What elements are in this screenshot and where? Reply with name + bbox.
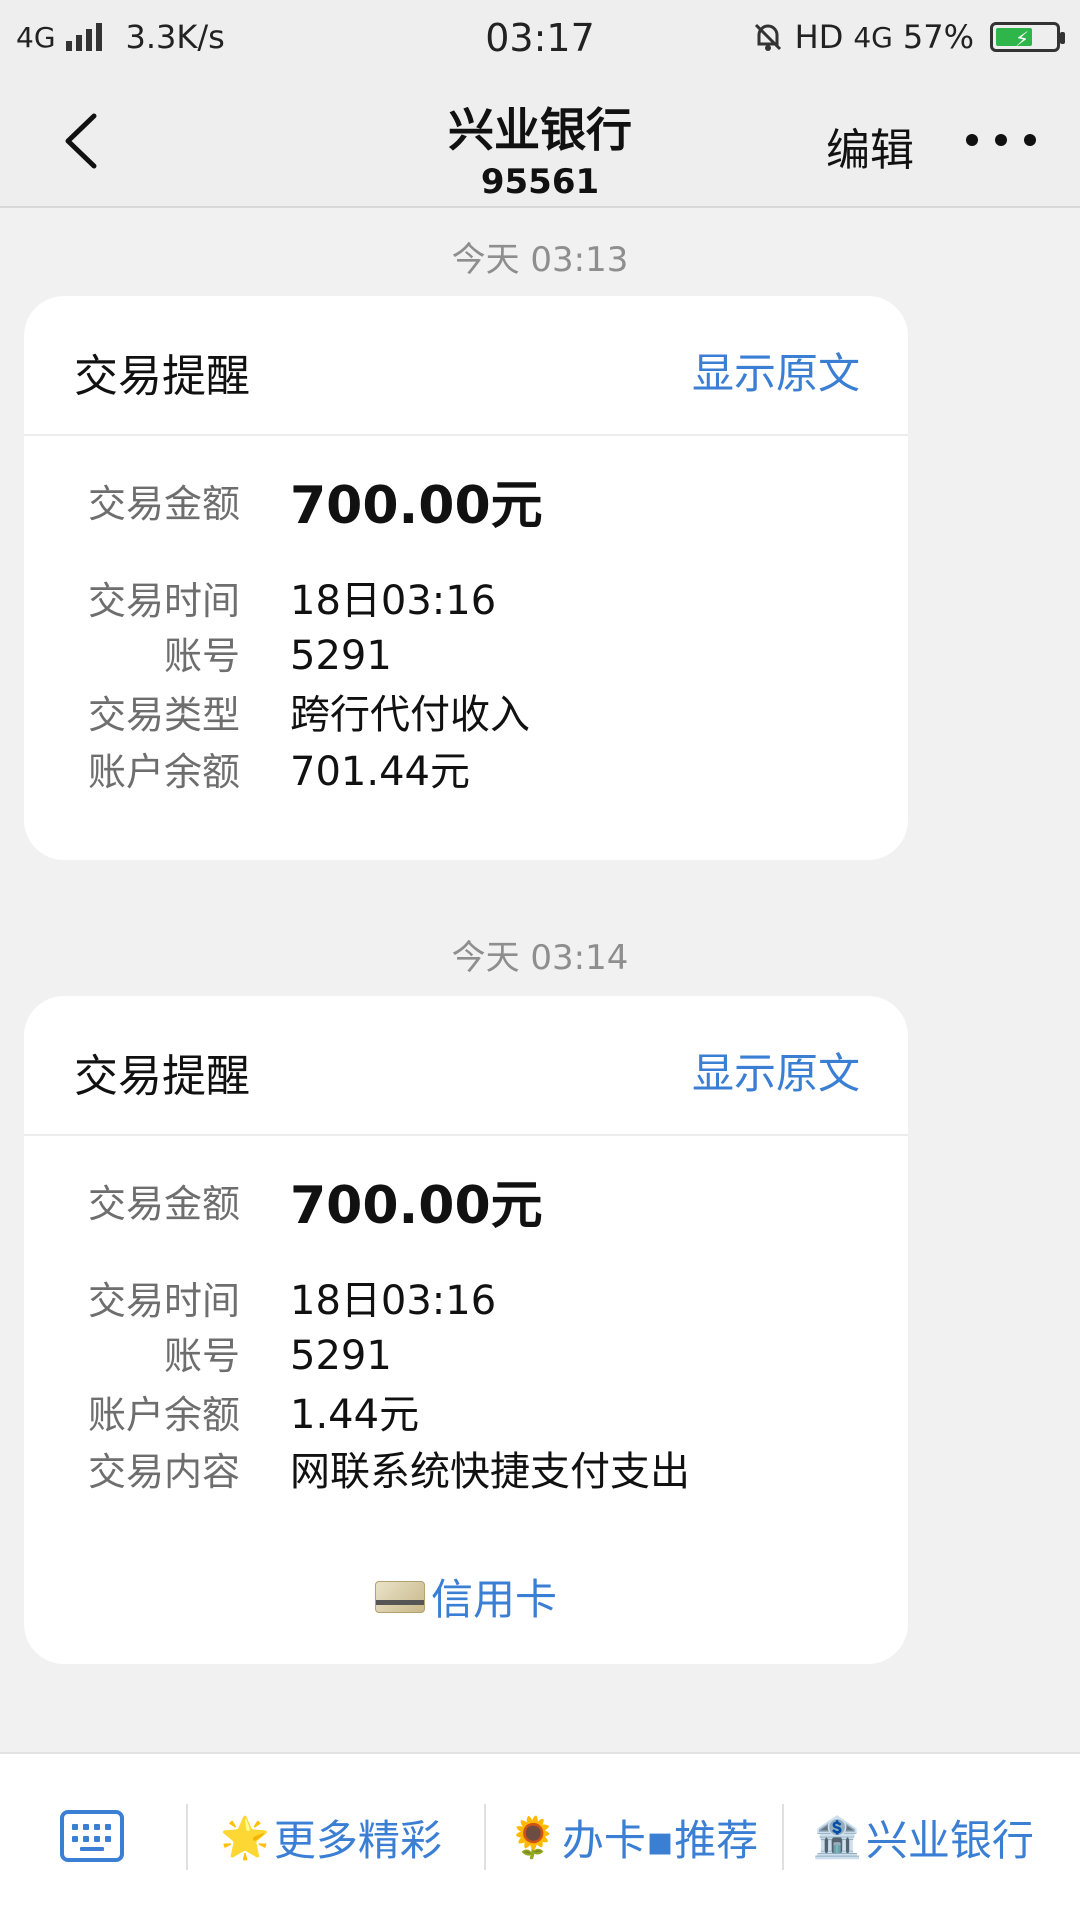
status-right: HD 4G 57% ⚡ [751,18,1065,56]
bank-icon: 🏦 [812,1814,862,1861]
card-body: 交易金额 700.00元 交易时间 18日03:16 账号 5291 账户余额 … [24,1136,908,1496]
credit-card-label: 信用卡 [430,1575,557,1624]
credit-card-link[interactable]: 信用卡 [24,1566,908,1627]
detail-value: 701.44元 [290,749,470,795]
detail-row: 账号 5291 [24,1325,908,1382]
menu-divider [186,1804,188,1870]
detail-row: 交易时间 18日03:16 [24,1268,908,1325]
card-header: 交易提醒 显示原文 [24,296,908,436]
hd-indicator: HD [794,18,844,56]
menu-item-more[interactable]: 🌟 更多精彩 [220,1804,442,1870]
detail-row: 交易时间 18日03:16 [24,568,908,625]
menu-item-label: 办卡▪推荐 [561,1815,759,1865]
amount-value: 700.00元 [290,475,543,536]
card-title: 交易提醒 [74,1051,250,1102]
detail-value: 跨行代付收入 [290,692,530,738]
amount-label: 交易金额 [87,1181,240,1226]
menu-divider [782,1804,784,1870]
amount-row: 交易金额 700.00元 [24,1152,908,1248]
detail-row: 账户余额 1.44元 [24,1382,908,1439]
contact-number: 95561 [480,162,600,202]
alarm-off-icon [754,23,781,51]
page-title: 兴业银行 [448,103,632,157]
card-body: 交易金额 700.00元 交易时间 18日03:16 账号 5291 交易类型 … [24,436,908,796]
sms-conversation-screen: 4G 3.3K/s 03:17 HD 4G 57% ⚡ 兴业银行 95561 编… [0,0,1080,1920]
amount-row: 交易金额 700.00元 [24,452,908,548]
detail-row: 交易内容 网联系统快捷支付支出 [24,1439,908,1496]
menu-item-card-apply[interactable]: 🌻 办卡▪推荐 [508,1804,758,1870]
card-title: 交易提醒 [74,351,250,402]
detail-label: 交易类型 [87,693,240,737]
message-card[interactable]: 交易提醒 显示原文 交易金额 700.00元 交易时间 18日03:16 账号 … [24,296,908,860]
menu-item-label: 兴业银行 [865,1815,1034,1865]
bottom-menu-bar: 🌟 更多精彩 🌻 办卡▪推荐 🏦 兴业银行 [0,1752,1080,1920]
detail-value: 网联系统快捷支付支出 [290,1449,690,1495]
star-icon: 🌟 [220,1814,270,1861]
detail-row: 账户余额 701.44元 [24,739,908,796]
detail-value: 5291 [290,633,392,679]
network-type-right: 4G [853,20,893,54]
show-original-link[interactable]: 显示原文 [692,1040,860,1101]
amount-value: 700.00元 [290,1175,543,1236]
detail-value: 5291 [290,1333,392,1379]
detail-label: 账号 [163,634,240,678]
message-card[interactable]: 交易提醒 显示原文 交易金额 700.00元 交易时间 18日03:16 账号 … [24,996,908,1664]
detail-label: 交易时间 [87,579,240,623]
show-original-link[interactable]: 显示原文 [692,340,860,401]
battery-icon: ⚡ [990,22,1065,52]
message-timestamp: 今天 03:13 [451,240,629,280]
message-timestamp: 今天 03:14 [451,938,629,978]
detail-label: 账号 [163,1334,240,1378]
credit-card-icon [374,1580,425,1613]
menu-divider [484,1804,486,1870]
amount-label: 交易金额 [87,481,240,526]
contact-title: 兴业银行 95561 [0,94,1080,202]
detail-row: 交易类型 跨行代付收入 [24,682,908,739]
detail-label: 交易时间 [87,1279,240,1323]
detail-label: 账户余额 [87,1393,240,1437]
title-bar: 兴业银行 95561 编辑 [0,78,1080,208]
detail-label: 交易内容 [87,1450,240,1494]
detail-row: 账号 5291 [24,625,908,682]
detail-value: 18日03:16 [290,578,497,624]
more-options-icon[interactable] [966,110,1036,170]
status-bar: 4G 3.3K/s 03:17 HD 4G 57% ⚡ [0,0,1080,78]
battery-percent: 57% [902,18,974,56]
menu-item-label: 更多精彩 [273,1815,442,1865]
edit-button[interactable]: 编辑 [826,114,914,178]
detail-value: 1.44元 [290,1392,420,1438]
menu-item-bank[interactable]: 🏦 兴业银行 [812,1804,1034,1870]
detail-label: 账户余额 [87,750,240,794]
detail-value: 18日03:16 [290,1278,497,1324]
sunflower-icon: 🌻 [508,1814,558,1861]
card-header: 交易提醒 显示原文 [24,996,908,1136]
keyboard-icon[interactable] [60,1810,124,1862]
